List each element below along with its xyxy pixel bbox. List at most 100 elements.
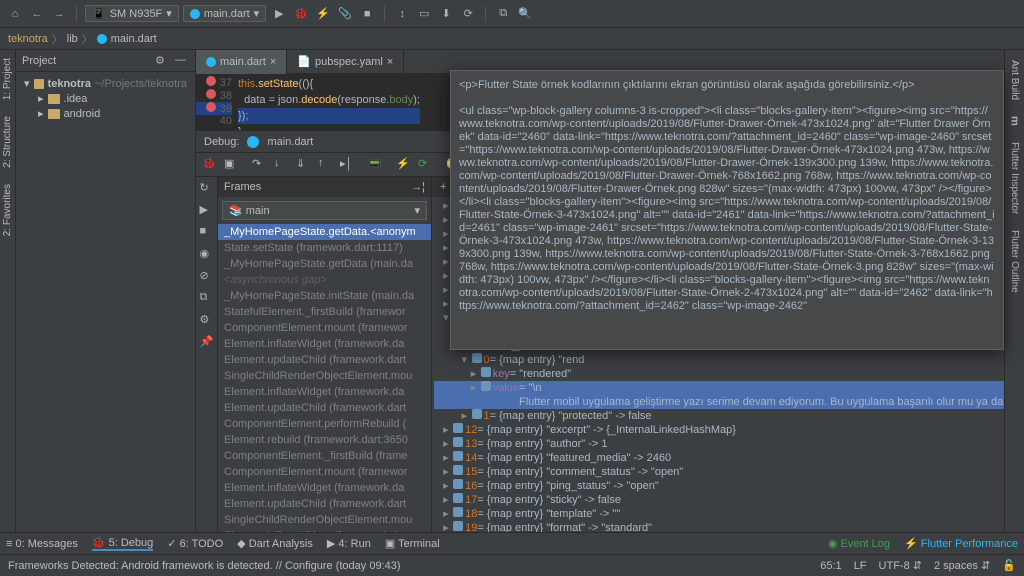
stack-frame[interactable]: StatefulElement._firstBuild (framewor <box>218 304 431 320</box>
vcs-icon[interactable]: ↕ <box>393 5 411 23</box>
stop-icon[interactable]: ■ <box>358 5 376 23</box>
stop-icon[interactable]: ■ <box>200 225 214 239</box>
breadcrumb-file[interactable]: main.dart <box>111 33 157 45</box>
variable-row[interactable]: ▸15 = {map entry} "comment_status" -> "o… <box>434 465 1024 479</box>
variable-row[interactable]: ▸16 = {map entry} "ping_status" -> "open… <box>434 479 1024 493</box>
sync-icon[interactable]: ⟳ <box>459 5 477 23</box>
tree-root[interactable]: ▾teknotra~/Projects/teknotra <box>20 76 191 91</box>
step-out-icon[interactable]: ↑ <box>318 157 334 173</box>
variable-row[interactable]: ▸14 = {map entry} "featured_media" -> 24… <box>434 451 1024 465</box>
breadcrumb-project[interactable]: teknotra <box>8 33 48 45</box>
close-icon[interactable]: × <box>270 56 276 68</box>
layout-icon[interactable]: ⧉ <box>200 291 214 305</box>
forward-icon[interactable]: → <box>50 5 68 23</box>
attach-icon[interactable]: 📎 <box>336 5 354 23</box>
thread-selector[interactable]: 📚 main▾ <box>222 201 427 220</box>
tab-project[interactable]: 1: Project <box>0 54 15 104</box>
tab-flutter-outline[interactable]: Flutter Outline <box>1007 226 1022 297</box>
stack-frame[interactable]: Element.updateChild (framework.dart <box>218 400 431 416</box>
tab-ant[interactable]: Ant Build <box>1007 56 1022 104</box>
structure-icon[interactable]: ⧉ <box>494 5 512 23</box>
variable-row[interactable]: ▸value = "\nFlutter mobil uygulama geliş… <box>434 381 1024 409</box>
rerun-icon[interactable]: ↻ <box>200 181 214 195</box>
tree-node[interactable]: ▸.idea <box>20 91 191 106</box>
stack-frame[interactable]: Element.updateChild (framework.dart <box>218 352 431 368</box>
variable-row[interactable]: ▸13 = {map entry} "author" -> 1 <box>434 437 1024 451</box>
evaluate-icon[interactable]: 📟 <box>368 157 384 173</box>
step-over-icon[interactable]: ↷ <box>252 157 268 173</box>
stack-frame[interactable]: Element.rebuild (framework.dart:3650 <box>218 432 431 448</box>
stack-frame[interactable]: Element.inflateWidget (framework.da <box>218 480 431 496</box>
stack-frame[interactable]: _MyHomePageState.getData.<anonym <box>218 224 431 240</box>
device-selector[interactable]: 📱SM N935F▾ <box>85 5 179 22</box>
variable-row[interactable]: ▸17 = {map entry} "sticky" -> false <box>434 493 1024 507</box>
tab-terminal[interactable]: ▣ Terminal <box>385 537 440 550</box>
run-icon[interactable]: ▶ <box>270 5 288 23</box>
debug-icon[interactable]: 🐞 <box>292 5 310 23</box>
mute-bp-icon[interactable]: ⊘ <box>200 269 214 283</box>
tab-favorites[interactable]: 2: Favorites <box>0 180 15 240</box>
event-log-button[interactable]: ◉ Event Log <box>828 537 890 550</box>
hot-reload-icon[interactable]: ⚡ <box>314 5 332 23</box>
restart-icon[interactable]: ⟳ <box>418 157 434 173</box>
status-message[interactable]: Frameworks Detected: Android framework i… <box>8 560 401 572</box>
stack-frame[interactable]: Element.inflateWidget (framework.da <box>218 336 431 352</box>
tab-todo[interactable]: ✓ 6: TODO <box>167 537 223 550</box>
home-icon[interactable]: ⌂ <box>6 5 24 23</box>
back-icon[interactable]: ← <box>28 5 46 23</box>
debug-tab[interactable]: main.dart <box>267 136 313 148</box>
stack-frame[interactable]: State.setState (framework.dart:1117) <box>218 240 431 256</box>
tab-messages[interactable]: ≡ 0: Messages <box>6 538 78 550</box>
stack-frame[interactable]: ComponentElement.performRebuild ( <box>218 416 431 432</box>
variable-row[interactable]: ▸key = "rendered" <box>434 367 1024 381</box>
stack-frame[interactable]: SingleChildRenderObjectElement.mou <box>218 368 431 384</box>
gear-icon[interactable]: ⚙ <box>155 54 169 68</box>
resume-icon[interactable]: ▶ <box>200 203 214 217</box>
breakpoints-icon[interactable]: ◉ <box>200 247 214 261</box>
stack-frame[interactable]: ComponentElement.mount (framewor <box>218 320 431 336</box>
stack-frame[interactable]: Element.inflateWidget (framework.da <box>218 384 431 400</box>
tab-debug[interactable]: 🐞 5: Debug <box>92 536 153 551</box>
variable-row[interactable]: ▸18 = {map entry} "template" -> "" <box>434 507 1024 521</box>
stack-frame[interactable]: ComponentElement.mount (framewor <box>218 464 431 480</box>
tree-node[interactable]: ▸android <box>20 106 191 121</box>
tab-run[interactable]: ▶ 4: Run <box>327 537 371 550</box>
stack-frame[interactable]: SingleChildRenderObjectElement.mou <box>218 512 431 528</box>
console-tab-icon[interactable]: ▣ <box>224 157 240 173</box>
avd-icon[interactable]: ▭ <box>415 5 433 23</box>
tab-main-dart[interactable]: main.dart× <box>196 50 287 74</box>
close-icon[interactable]: × <box>387 56 393 68</box>
stack-frame[interactable]: _MyHomePageState.getData (main.da <box>218 256 431 272</box>
tab-structure[interactable]: 2: Structure <box>0 112 15 172</box>
add-watch-icon[interactable]: + <box>440 181 446 193</box>
flutter-performance-button[interactable]: ⚡ Flutter Performance <box>904 537 1018 550</box>
variable-row[interactable]: ▾0 = {map entry} "rend <box>434 353 1024 367</box>
tab-pubspec[interactable]: 📄pubspec.yaml× <box>287 50 404 74</box>
force-step-into-icon[interactable]: ⇓ <box>296 157 312 173</box>
debugger-tab-icon[interactable]: 🐞 <box>202 157 218 173</box>
search-icon[interactable]: 🔍 <box>516 5 534 23</box>
lock-icon[interactable]: 🔓 <box>1002 559 1016 572</box>
breadcrumb-folder[interactable]: lib <box>67 33 78 45</box>
step-into-icon[interactable]: ↓ <box>274 157 290 173</box>
variable-row[interactable]: ▸12 = {map entry} "excerpt" -> {_Interna… <box>434 423 1024 437</box>
tab-flutter-inspector[interactable]: Flutter Inspector <box>1007 138 1022 218</box>
stack-frame[interactable]: Element.updateChild (framework.dart <box>218 496 431 512</box>
variable-row[interactable]: ▸1 = {map entry} "protected" -> false <box>434 409 1024 423</box>
pin-icon[interactable]: 📌 <box>200 335 214 349</box>
tab-maven[interactable]: m <box>1007 112 1023 130</box>
stack-frame[interactable]: _MyHomePageState.initState (main.da <box>218 288 431 304</box>
runconfig-selector[interactable]: main.dart▾ <box>183 5 266 22</box>
caret-position[interactable]: 65:1 <box>820 560 841 572</box>
sdk-icon[interactable]: ⬇ <box>437 5 455 23</box>
stack-frame[interactable]: ComponentElement._firstBuild (frame <box>218 448 431 464</box>
indent[interactable]: 2 spaces ⇵ <box>934 559 990 572</box>
stack-frame[interactable]: <asynchronous gap> <box>218 272 431 288</box>
collapse-icon[interactable]: — <box>175 54 189 68</box>
hot-reload-icon[interactable]: ⚡ <box>396 157 412 173</box>
encoding[interactable]: UTF-8 ⇵ <box>879 559 922 572</box>
settings-icon[interactable]: ⚙ <box>200 313 214 327</box>
tab-dart-analysis[interactable]: ◆ Dart Analysis <box>237 537 313 550</box>
run-to-cursor-icon[interactable]: ▸│ <box>340 157 356 173</box>
line-separator[interactable]: LF <box>854 560 867 572</box>
